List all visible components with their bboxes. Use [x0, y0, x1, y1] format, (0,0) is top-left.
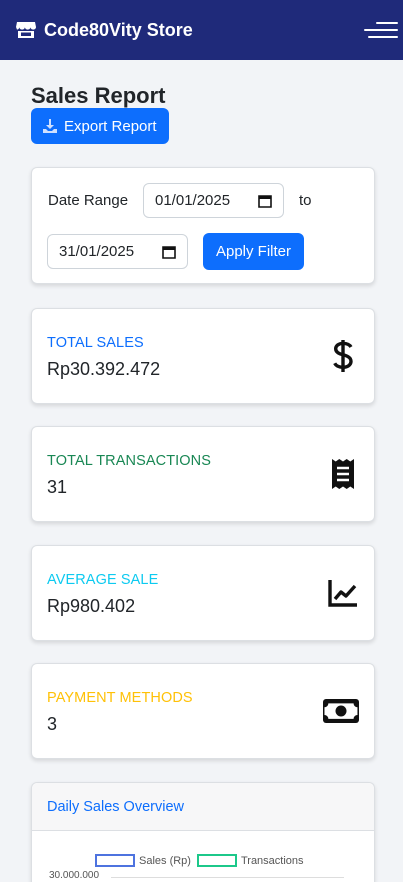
export-report-label: Export Report [64, 117, 157, 135]
dollar-icon [327, 339, 359, 373]
export-report-button[interactable]: Export Report [31, 108, 169, 144]
stat-label: TOTAL SALES [47, 335, 144, 351]
receipt-icon [327, 457, 359, 491]
daily-sales-chart-card: Daily Sales Overview Sales (Rp) Transact… [31, 782, 375, 882]
stat-label: AVERAGE SALE [47, 572, 159, 588]
store-icon [16, 22, 36, 38]
legend-swatch-transactions [196, 854, 237, 867]
menu-icon-bar [364, 29, 398, 31]
to-label: to [299, 192, 312, 209]
menu-toggle-button[interactable] [364, 20, 398, 40]
calendar-icon[interactable] [258, 194, 272, 208]
stat-value: Rp30.392.472 [47, 359, 161, 379]
legend-label-transactions: Transactions [240, 854, 304, 867]
y-axis-tick: 30.000.000 [49, 870, 100, 881]
menu-icon-bar [368, 36, 398, 38]
chart-legend: Sales (Rp) Transactions [95, 854, 310, 867]
brand[interactable]: Code80Vity Store [16, 20, 193, 41]
stat-value: 3 [47, 714, 58, 734]
navbar: Code80Vity Store [0, 0, 403, 60]
date-range-label: Date Range [48, 192, 129, 209]
legend-label-sales: Sales (Rp) [139, 854, 191, 867]
payment-methods-card: PAYMENT METHODS 3 [31, 663, 375, 759]
brand-name: Code80Vity Store [44, 19, 193, 40]
date-filter-card: Date Range 01/01/2025 to 31/01/2025 Appl… [31, 167, 375, 284]
stat-label: TOTAL TRANSACTIONS [47, 453, 212, 469]
menu-icon [376, 22, 398, 24]
start-date-input[interactable]: 01/01/2025 [143, 183, 284, 218]
legend-swatch-sales [95, 854, 135, 867]
chart-line-icon [327, 576, 359, 610]
average-sale-card: AVERAGE SALE Rp980.402 [31, 545, 375, 641]
stat-value: 31 [47, 477, 68, 497]
stat-label: PAYMENT METHODS [47, 690, 193, 706]
total-sales-card: TOTAL SALES Rp30.392.472 [31, 308, 375, 404]
grid-line [111, 877, 344, 878]
chart-title: Daily Sales Overview [32, 783, 374, 831]
money-bill-icon [323, 694, 359, 728]
download-icon [43, 119, 57, 133]
page-title: Sales Report [31, 83, 166, 108]
start-date-value: 01/01/2025 [155, 192, 231, 209]
legend-item-transactions[interactable]: Transactions [196, 854, 304, 867]
end-date-input[interactable]: 31/01/2025 [47, 234, 188, 269]
total-transactions-card: TOTAL TRANSACTIONS 31 [31, 426, 375, 522]
apply-filter-button[interactable]: Apply Filter [203, 233, 304, 270]
legend-item-sales[interactable]: Sales (Rp) [95, 854, 191, 867]
end-date-value: 31/01/2025 [59, 243, 135, 260]
stat-value: Rp980.402 [47, 596, 136, 616]
calendar-icon[interactable] [162, 245, 176, 259]
